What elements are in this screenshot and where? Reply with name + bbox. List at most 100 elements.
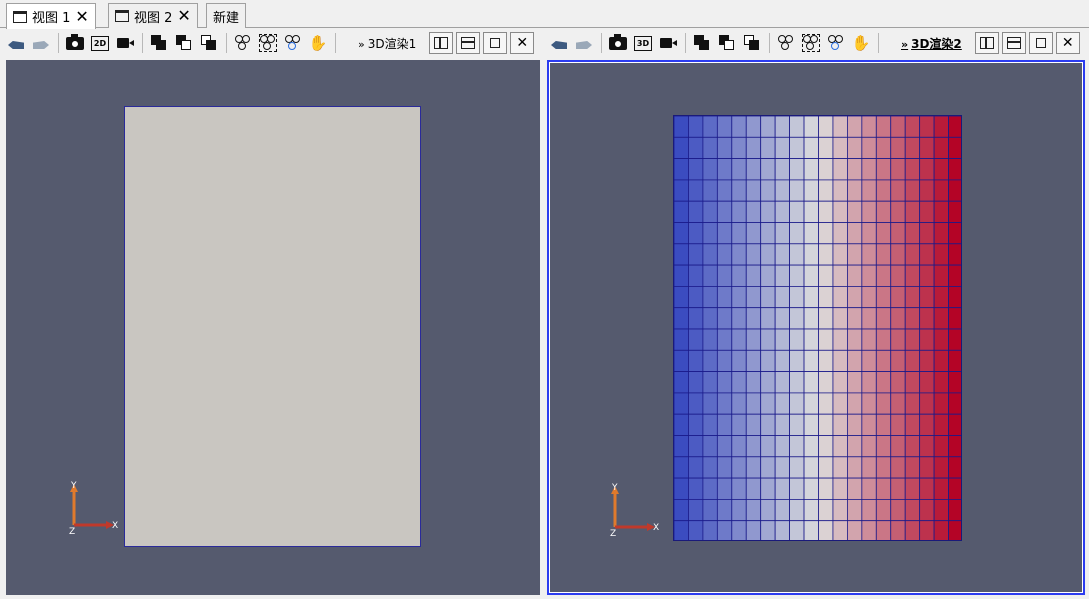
mesh-cell xyxy=(760,307,776,330)
mesh-cell xyxy=(688,222,704,245)
select-blocks-button[interactable] xyxy=(231,31,255,55)
mesh-cell xyxy=(789,328,805,351)
mesh-cell xyxy=(933,435,949,458)
render-view-1[interactable]: Y X Z xyxy=(6,60,540,595)
screenshot-button[interactable] xyxy=(63,31,87,55)
mesh-cell xyxy=(745,243,762,266)
mesh-cell xyxy=(731,179,747,202)
close-icon: ✕ xyxy=(1061,35,1074,51)
mesh-cell xyxy=(904,136,921,159)
mesh-cell xyxy=(789,136,805,159)
split-vertical-button[interactable] xyxy=(1001,32,1026,54)
close-view-button[interactable]: ✕ xyxy=(1055,32,1080,54)
close-tab-icon[interactable]: ✕ xyxy=(75,8,88,25)
mesh-cell xyxy=(716,520,733,540)
mesh-cell xyxy=(789,179,805,202)
mesh-cell xyxy=(789,498,805,522)
redo-camera-icon xyxy=(31,35,51,51)
interactive-select-button[interactable] xyxy=(281,31,305,55)
interactive-select-button[interactable] xyxy=(824,31,848,55)
mesh-cell xyxy=(846,222,863,245)
mesh-cell xyxy=(760,477,776,500)
mesh-cell xyxy=(875,477,892,500)
split-horizontal-button[interactable] xyxy=(429,32,454,54)
mesh-cell xyxy=(933,307,949,330)
select-frustum-button[interactable] xyxy=(740,31,764,55)
mesh-cell xyxy=(803,285,819,309)
surface-geometry xyxy=(124,106,421,547)
mesh-cell xyxy=(803,307,819,330)
separator xyxy=(142,33,143,53)
tab-view-1[interactable]: 视图 1 ✕ xyxy=(6,3,96,29)
redo-camera-button[interactable] xyxy=(572,31,596,55)
select-points-button[interactable] xyxy=(715,31,739,55)
mesh-cell xyxy=(760,435,776,458)
video-camera-icon xyxy=(660,38,677,48)
axis-x-label: X xyxy=(653,523,659,533)
mesh-cell xyxy=(745,413,762,436)
select-cells-button[interactable] xyxy=(690,31,714,55)
mesh-cell xyxy=(832,328,848,351)
view-splitter[interactable] xyxy=(540,60,547,595)
select-points-on-button[interactable] xyxy=(256,31,280,55)
split-horizontal-button[interactable] xyxy=(974,32,999,54)
hover-select-button[interactable]: ✋ xyxy=(306,31,330,55)
mesh-cell xyxy=(731,136,747,159)
select-blocks-button[interactable] xyxy=(774,31,798,55)
select-cells-button[interactable] xyxy=(147,31,171,55)
mesh-cell xyxy=(890,243,906,266)
mesh-cell xyxy=(731,264,747,287)
mesh-cell xyxy=(818,477,834,500)
undo-camera-button[interactable] xyxy=(547,31,571,55)
mesh-cell xyxy=(904,477,921,500)
maximize-button[interactable] xyxy=(483,32,508,54)
mesh-cell xyxy=(745,371,762,394)
mesh-cell xyxy=(716,477,733,500)
screenshot-button[interactable] xyxy=(606,31,630,55)
maximize-button[interactable] xyxy=(1028,32,1053,54)
toggle-3d-button[interactable]: 3D xyxy=(631,31,655,55)
mesh-cell xyxy=(818,349,834,373)
mesh-cell xyxy=(774,413,791,436)
mesh-cell xyxy=(948,307,961,330)
mesh-cell xyxy=(674,413,689,436)
mesh-cell xyxy=(861,456,877,479)
select-cells-icon xyxy=(694,35,710,51)
tab-view-2[interactable]: 视图 2 ✕ xyxy=(108,3,198,28)
mesh-cell xyxy=(760,158,776,181)
mesh-cell xyxy=(846,307,863,330)
toggle-2d-button[interactable]: 2D xyxy=(88,31,112,55)
select-points-button[interactable] xyxy=(172,31,196,55)
mesh-cell xyxy=(760,136,776,159)
mesh-cell xyxy=(875,179,892,202)
mesh-cell xyxy=(846,349,863,373)
camera-record-button[interactable] xyxy=(656,31,680,55)
redo-camera-button[interactable] xyxy=(29,31,53,55)
mesh-cell xyxy=(948,498,961,522)
mesh-cell xyxy=(774,200,791,223)
mesh-cell xyxy=(745,392,762,415)
hover-select-button[interactable]: ✋ xyxy=(849,31,873,55)
select-frustum-button[interactable] xyxy=(197,31,221,55)
close-view-button[interactable]: ✕ xyxy=(510,32,535,54)
mesh-cell xyxy=(688,498,704,522)
mesh-cell xyxy=(688,158,704,181)
camera-record-button[interactable] xyxy=(113,31,137,55)
select-points-on-button[interactable] xyxy=(799,31,823,55)
undo-camera-button[interactable] xyxy=(4,31,28,55)
tab-new[interactable]: 新建 xyxy=(206,3,247,28)
view-name-label[interactable]: » 3D渲染2 xyxy=(901,35,962,52)
mesh-cell xyxy=(774,285,791,309)
mesh-cell xyxy=(760,222,776,245)
close-tab-icon[interactable]: ✕ xyxy=(177,8,190,24)
mesh-cell xyxy=(919,328,935,351)
render-view-2[interactable]: Y X Z xyxy=(547,60,1085,595)
mesh-cell xyxy=(846,477,863,500)
mesh-cell xyxy=(933,349,949,373)
mesh-cell xyxy=(774,520,791,540)
mesh-cell xyxy=(933,264,949,287)
view-name-label[interactable]: » 3D渲染1 xyxy=(358,35,416,52)
mesh-cell xyxy=(933,285,949,309)
split-vertical-button[interactable] xyxy=(456,32,481,54)
window-icon xyxy=(13,10,27,23)
